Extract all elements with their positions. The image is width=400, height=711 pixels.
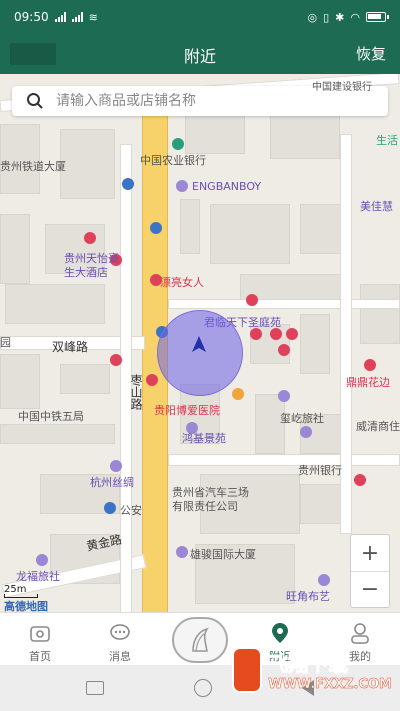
map-block xyxy=(60,364,110,394)
search-input[interactable] xyxy=(56,93,356,109)
shop-icon xyxy=(176,180,188,192)
map-label: 雄骏国际大厦 xyxy=(190,548,256,561)
shop-icon xyxy=(286,328,298,340)
map-label: 鼎鼎花边 xyxy=(346,376,390,389)
map-label: 贵州铁道大厦 xyxy=(0,160,66,173)
shop-icon xyxy=(278,344,290,356)
map-label: 生活 xyxy=(376,134,398,147)
map-block xyxy=(5,284,105,324)
map-label: 生大酒店 xyxy=(64,266,108,279)
watermark-title: 飞翔下载 xyxy=(268,652,349,677)
zoom-out-button[interactable]: − xyxy=(351,571,389,607)
map-block xyxy=(210,204,290,264)
map-block xyxy=(180,199,200,254)
map-block xyxy=(270,114,340,159)
home-button[interactable] xyxy=(194,679,212,697)
wifi-status-icon: ◠ xyxy=(350,10,360,24)
map-label: 鸿基景苑 xyxy=(182,432,226,445)
tab-messages[interactable]: 消息 xyxy=(80,613,160,666)
map-label: 威清商住 xyxy=(356,420,400,433)
map-label: 中国建设银行 xyxy=(312,82,372,93)
header-bar: 附近 恢复 xyxy=(0,34,400,74)
tab-messages-label: 消息 xyxy=(109,650,131,663)
tab-home[interactable]: 首页 xyxy=(0,613,80,666)
map-block xyxy=(185,114,245,154)
battery-icon xyxy=(366,12,389,22)
road xyxy=(168,454,400,466)
map-label: 玺屹旅社 xyxy=(280,412,324,425)
shop-icon xyxy=(250,328,262,340)
shop-icon xyxy=(270,328,282,340)
road xyxy=(168,299,400,309)
signal-icon-2 xyxy=(71,12,83,22)
restore-button[interactable]: 恢复 xyxy=(356,43,386,64)
map-block xyxy=(0,354,40,409)
map-label: 中国农业银行 xyxy=(140,154,206,167)
home-icon xyxy=(30,626,50,642)
vibrate-icon: ▯ xyxy=(323,10,330,24)
bank-icon xyxy=(354,474,366,486)
road-label-zaoshan: 枣山路 xyxy=(129,374,143,410)
alarm-icon: ◎ xyxy=(307,10,318,24)
bus-stop-icon xyxy=(150,222,162,234)
bluetooth-icon: ✱ xyxy=(335,10,345,24)
shop-icon xyxy=(278,390,290,402)
watermark: 飞翔下载 WWW.FXXZ.COM xyxy=(232,640,392,700)
map-block xyxy=(300,314,330,374)
map-label: 美佳慧 xyxy=(360,200,393,213)
map-label: 贵州银行 xyxy=(298,464,342,477)
shop-icon xyxy=(176,546,188,558)
map-label: 园 xyxy=(0,336,11,349)
shop-icon xyxy=(246,294,258,306)
status-bar: 09:50 ≋ ◎ ▯ ✱ ◠ xyxy=(0,0,400,34)
search-icon xyxy=(27,93,43,109)
map-label: 有限责任公司 xyxy=(172,500,238,513)
map-logo: 高德地图 xyxy=(4,600,48,612)
shop-icon xyxy=(300,426,312,438)
map-view[interactable]: 中国建设银行 生活 贵州铁道大厦 中国农业银行 ENGBANBOY 美佳慧 贵州… xyxy=(0,74,400,612)
shop-icon xyxy=(110,354,122,366)
shop-icon xyxy=(318,574,330,586)
status-time: 09:50 xyxy=(14,10,49,24)
map-label: 中国中铁五局 xyxy=(18,410,84,423)
page-title: 附近 xyxy=(183,47,216,66)
tab-home-label: 首页 xyxy=(29,650,51,663)
watermark-url: WWW.FXXZ.COM xyxy=(268,677,392,693)
center-logo-button[interactable] xyxy=(172,617,228,663)
map-label: ENGBANBOY xyxy=(192,180,262,193)
map-label: 旺角布艺 xyxy=(286,590,330,603)
watermark-logo-icon xyxy=(232,647,263,693)
wifi-icon: ≋ xyxy=(88,10,98,24)
road-label-shuangfeng: 双峰路 xyxy=(52,340,89,354)
current-location-arrow-icon xyxy=(192,336,206,352)
current-location-radius xyxy=(157,310,243,396)
map-block xyxy=(0,424,115,444)
bus-stop-icon xyxy=(122,178,134,190)
poi-icon xyxy=(232,388,244,400)
map-label: 龙福旅社 xyxy=(16,570,60,583)
map-label: 漂亮女人 xyxy=(160,276,204,289)
map-label: 贵阳博爱医院 xyxy=(154,404,220,417)
map-block xyxy=(60,129,115,199)
hospital-icon xyxy=(146,374,158,386)
hotel-icon xyxy=(36,554,48,566)
zoom-in-button[interactable]: + xyxy=(351,535,389,571)
map-block xyxy=(0,214,30,284)
message-icon xyxy=(110,624,130,640)
recent-apps-button[interactable] xyxy=(86,681,104,695)
signal-icon xyxy=(54,12,66,22)
police-icon xyxy=(104,502,116,514)
zoom-control: + − xyxy=(350,534,390,608)
center-logo-icon xyxy=(192,627,209,652)
bank-icon xyxy=(172,138,184,150)
map-block xyxy=(360,284,400,344)
hotel-icon xyxy=(84,232,96,244)
map-label: 杭州丝绸 xyxy=(90,476,134,489)
shop-icon xyxy=(110,460,122,472)
shop-icon xyxy=(364,359,376,371)
map-label: 公安 xyxy=(120,504,142,517)
